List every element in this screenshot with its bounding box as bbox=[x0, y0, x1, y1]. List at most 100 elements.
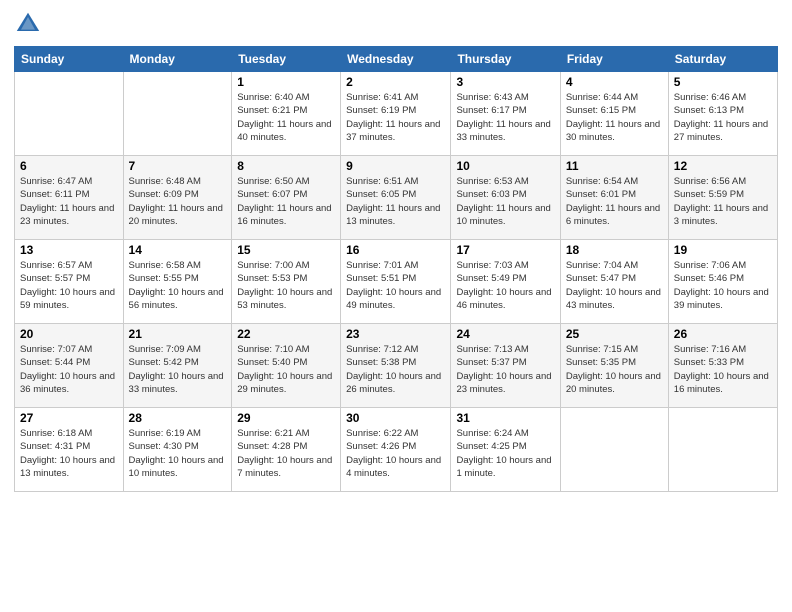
day-cell: 12 Sunrise: 6:56 AMSunset: 5:59 PMDayligh… bbox=[668, 156, 777, 240]
day-number: 16 bbox=[346, 243, 445, 257]
day-number: 31 bbox=[456, 411, 554, 425]
day-cell: 2Sunrise: 6:41 AMSunset: 6:19 PMDaylight… bbox=[341, 72, 451, 156]
day-cell: 9Sunrise: 6:51 AMSunset: 6:05 PMDaylight… bbox=[341, 156, 451, 240]
header bbox=[14, 10, 778, 38]
day-number: 1 bbox=[237, 75, 335, 89]
page: SundayMondayTuesdayWednesdayThursdayFrid… bbox=[0, 0, 792, 612]
day-info: Sunrise: 6:54 AMSunset: 6:01 PMDaylight:… bbox=[566, 175, 663, 228]
day-info: Sunrise: 6:56 AMSunset: 5:59 PMDaylight:… bbox=[674, 175, 772, 228]
day-info: Sunrise: 6:57 AMSunset: 5:57 PMDaylight:… bbox=[20, 259, 118, 312]
day-info: Sunrise: 7:10 AMSunset: 5:40 PMDaylight:… bbox=[237, 343, 335, 396]
day-info: Sunrise: 6:58 AMSunset: 5:55 PMDaylight:… bbox=[129, 259, 227, 312]
day-cell: 16 Sunrise: 7:01 AMSunset: 5:51 PMDayligh… bbox=[341, 240, 451, 324]
day-info: Sunrise: 7:06 AMSunset: 5:46 PMDaylight:… bbox=[674, 259, 772, 312]
day-cell: 26 Sunrise: 7:16 AMSunset: 5:33 PMDayligh… bbox=[668, 324, 777, 408]
day-info: Sunrise: 7:12 AMSunset: 5:38 PMDaylight:… bbox=[346, 343, 445, 396]
day-number: 5 bbox=[674, 75, 772, 89]
col-header-friday: Friday bbox=[560, 47, 668, 72]
day-number: 13 bbox=[20, 243, 118, 257]
day-info: Sunrise: 6:51 AMSunset: 6:05 PMDaylight:… bbox=[346, 175, 445, 228]
day-number: 28 bbox=[129, 411, 227, 425]
day-info: Sunrise: 7:07 AMSunset: 5:44 PMDaylight:… bbox=[20, 343, 118, 396]
day-info: Sunrise: 6:24 AMSunset: 4:25 PMDaylight:… bbox=[456, 427, 554, 480]
day-cell: 22 Sunrise: 7:10 AMSunset: 5:40 PMDayligh… bbox=[232, 324, 341, 408]
day-info: Sunrise: 6:18 AMSunset: 4:31 PMDaylight:… bbox=[20, 427, 118, 480]
week-row-3: 13 Sunrise: 6:57 AMSunset: 5:57 PMDayligh… bbox=[15, 240, 778, 324]
day-number: 29 bbox=[237, 411, 335, 425]
day-number: 11 bbox=[566, 159, 663, 173]
day-cell: 23 Sunrise: 7:12 AMSunset: 5:38 PMDayligh… bbox=[341, 324, 451, 408]
day-number: 20 bbox=[20, 327, 118, 341]
day-number: 18 bbox=[566, 243, 663, 257]
day-number: 10 bbox=[456, 159, 554, 173]
day-info: Sunrise: 6:40 AMSunset: 6:21 PMDaylight:… bbox=[237, 91, 335, 144]
day-number: 7 bbox=[129, 159, 227, 173]
day-number: 6 bbox=[20, 159, 118, 173]
day-cell: 25 Sunrise: 7:15 AMSunset: 5:35 PMDayligh… bbox=[560, 324, 668, 408]
day-number: 14 bbox=[129, 243, 227, 257]
day-number: 26 bbox=[674, 327, 772, 341]
day-info: Sunrise: 6:48 AMSunset: 6:09 PMDaylight:… bbox=[129, 175, 227, 228]
day-number: 24 bbox=[456, 327, 554, 341]
day-cell: 14 Sunrise: 6:58 AMSunset: 5:55 PMDayligh… bbox=[123, 240, 232, 324]
day-info: Sunrise: 6:53 AMSunset: 6:03 PMDaylight:… bbox=[456, 175, 554, 228]
day-cell: 24 Sunrise: 7:13 AMSunset: 5:37 PMDayligh… bbox=[451, 324, 560, 408]
col-header-saturday: Saturday bbox=[668, 47, 777, 72]
day-cell: 31 Sunrise: 6:24 AMSunset: 4:25 PMDayligh… bbox=[451, 408, 560, 492]
day-cell: 30Sunrise: 6:22 AMSunset: 4:26 PMDayligh… bbox=[341, 408, 451, 492]
logo-icon bbox=[14, 10, 42, 38]
day-info: Sunrise: 6:22 AMSunset: 4:26 PMDaylight:… bbox=[346, 427, 445, 480]
day-cell: 10 Sunrise: 6:53 AMSunset: 6:03 PMDayligh… bbox=[451, 156, 560, 240]
day-info: Sunrise: 7:01 AMSunset: 5:51 PMDaylight:… bbox=[346, 259, 445, 312]
day-cell: 11 Sunrise: 6:54 AMSunset: 6:01 PMDayligh… bbox=[560, 156, 668, 240]
day-cell bbox=[15, 72, 124, 156]
day-number: 3 bbox=[456, 75, 554, 89]
day-number: 15 bbox=[237, 243, 335, 257]
day-number: 22 bbox=[237, 327, 335, 341]
day-info: Sunrise: 6:50 AMSunset: 6:07 PMDaylight:… bbox=[237, 175, 335, 228]
day-info: Sunrise: 6:19 AMSunset: 4:30 PMDaylight:… bbox=[129, 427, 227, 480]
day-info: Sunrise: 6:21 AMSunset: 4:28 PMDaylight:… bbox=[237, 427, 335, 480]
day-cell: 21 Sunrise: 7:09 AMSunset: 5:42 PMDayligh… bbox=[123, 324, 232, 408]
day-info: Sunrise: 6:47 AMSunset: 6:11 PMDaylight:… bbox=[20, 175, 118, 228]
day-number: 12 bbox=[674, 159, 772, 173]
day-cell: 6 Sunrise: 6:47 AMSunset: 6:11 PMDaylight… bbox=[15, 156, 124, 240]
day-info: Sunrise: 7:13 AMSunset: 5:37 PMDaylight:… bbox=[456, 343, 554, 396]
day-cell: 15Sunrise: 7:00 AMSunset: 5:53 PMDayligh… bbox=[232, 240, 341, 324]
col-header-sunday: Sunday bbox=[15, 47, 124, 72]
col-header-wednesday: Wednesday bbox=[341, 47, 451, 72]
day-cell: 5 Sunrise: 6:46 AMSunset: 6:13 PMDaylight… bbox=[668, 72, 777, 156]
day-cell: 7 Sunrise: 6:48 AMSunset: 6:09 PMDaylight… bbox=[123, 156, 232, 240]
day-info: Sunrise: 6:46 AMSunset: 6:13 PMDaylight:… bbox=[674, 91, 772, 144]
day-number: 23 bbox=[346, 327, 445, 341]
day-cell bbox=[560, 408, 668, 492]
day-number: 17 bbox=[456, 243, 554, 257]
day-cell: 19 Sunrise: 7:06 AMSunset: 5:46 PMDayligh… bbox=[668, 240, 777, 324]
day-cell: 29 Sunrise: 6:21 AMSunset: 4:28 PMDayligh… bbox=[232, 408, 341, 492]
day-cell: 27Sunrise: 6:18 AMSunset: 4:31 PMDayligh… bbox=[15, 408, 124, 492]
day-cell: 4 Sunrise: 6:44 AMSunset: 6:15 PMDaylight… bbox=[560, 72, 668, 156]
week-row-5: 27Sunrise: 6:18 AMSunset: 4:31 PMDayligh… bbox=[15, 408, 778, 492]
week-row-4: 20 Sunrise: 7:07 AMSunset: 5:44 PMDayligh… bbox=[15, 324, 778, 408]
day-info: Sunrise: 7:09 AMSunset: 5:42 PMDaylight:… bbox=[129, 343, 227, 396]
day-cell: 1 Sunrise: 6:40 AMSunset: 6:21 PMDaylight… bbox=[232, 72, 341, 156]
week-row-2: 6 Sunrise: 6:47 AMSunset: 6:11 PMDaylight… bbox=[15, 156, 778, 240]
day-info: Sunrise: 6:43 AMSunset: 6:17 PMDaylight:… bbox=[456, 91, 554, 144]
day-number: 2 bbox=[346, 75, 445, 89]
day-cell: 3 Sunrise: 6:43 AMSunset: 6:17 PMDaylight… bbox=[451, 72, 560, 156]
week-row-1: 1 Sunrise: 6:40 AMSunset: 6:21 PMDaylight… bbox=[15, 72, 778, 156]
day-number: 21 bbox=[129, 327, 227, 341]
header-row: SundayMondayTuesdayWednesdayThursdayFrid… bbox=[15, 47, 778, 72]
day-cell bbox=[123, 72, 232, 156]
day-info: Sunrise: 6:44 AMSunset: 6:15 PMDaylight:… bbox=[566, 91, 663, 144]
col-header-thursday: Thursday bbox=[451, 47, 560, 72]
day-number: 19 bbox=[674, 243, 772, 257]
day-info: Sunrise: 7:16 AMSunset: 5:33 PMDaylight:… bbox=[674, 343, 772, 396]
day-cell: 18Sunrise: 7:04 AMSunset: 5:47 PMDayligh… bbox=[560, 240, 668, 324]
day-info: Sunrise: 7:15 AMSunset: 5:35 PMDaylight:… bbox=[566, 343, 663, 396]
col-header-tuesday: Tuesday bbox=[232, 47, 341, 72]
day-number: 25 bbox=[566, 327, 663, 341]
logo bbox=[14, 10, 44, 38]
day-cell: 8Sunrise: 6:50 AMSunset: 6:07 PMDaylight… bbox=[232, 156, 341, 240]
day-number: 4 bbox=[566, 75, 663, 89]
